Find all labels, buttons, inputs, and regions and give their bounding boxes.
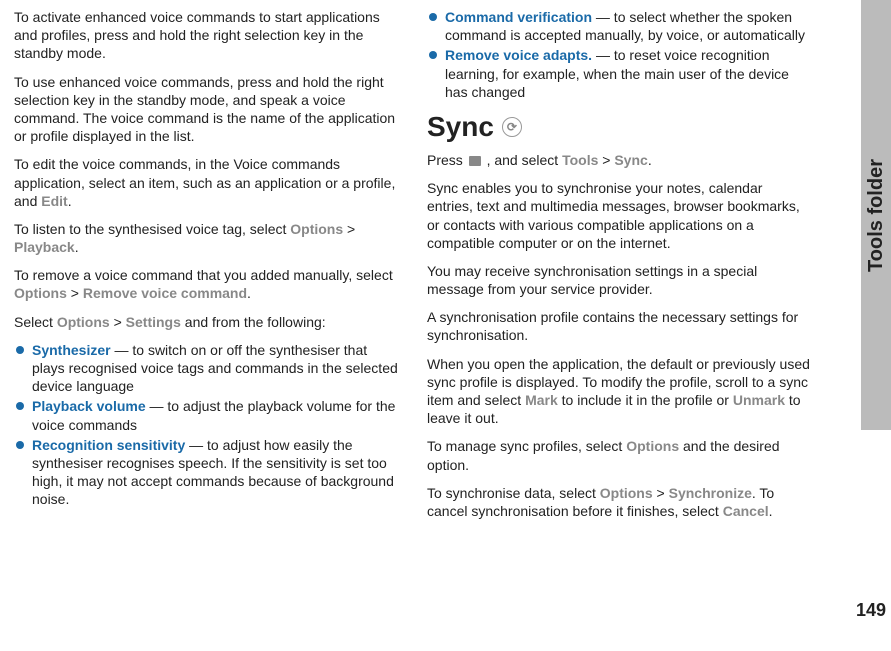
text: To remove a voice command that you added… xyxy=(14,267,393,283)
text: To manage sync profiles, select xyxy=(427,438,626,454)
option-name: Remove voice adapts. xyxy=(445,47,592,63)
right-column: Command verification — to select whether… xyxy=(413,0,826,651)
option-name: Playback volume xyxy=(32,398,146,414)
para: To use enhanced voice commands, press an… xyxy=(14,73,399,146)
ui-label: Edit xyxy=(41,193,67,209)
para: To edit the voice commands, in the Voice… xyxy=(14,155,399,210)
text: To synchronise data, select xyxy=(427,485,600,501)
ui-label: Tools xyxy=(562,152,598,168)
bullet-item: Command verification — to select whether… xyxy=(427,8,812,44)
para: When you open the application, the defau… xyxy=(427,355,812,428)
bullet-item: Synthesizer — to switch on or off the sy… xyxy=(14,341,399,396)
text: . xyxy=(68,193,72,209)
menu-key-icon xyxy=(469,156,481,166)
text: > xyxy=(598,152,614,168)
option-name: Synthesizer xyxy=(32,342,111,358)
ui-label: Playback xyxy=(14,239,75,255)
ui-label: Mark xyxy=(525,392,558,408)
text: > xyxy=(110,314,126,330)
para: A synchronisation profile contains the n… xyxy=(427,308,812,344)
option-name: Recognition sensitivity xyxy=(32,437,185,453)
bullet-item: Remove voice adapts. — to reset voice re… xyxy=(427,46,812,101)
para: To listen to the synthesised voice tag, … xyxy=(14,220,399,256)
heading-text: Sync xyxy=(427,111,494,143)
section-tab-label: Tools folder xyxy=(865,159,888,272)
text: > xyxy=(653,485,669,501)
sync-heading: Sync ⟳ xyxy=(427,111,812,143)
para: Press , and select Tools > Sync. xyxy=(427,151,812,169)
bullet-dot-icon xyxy=(16,346,24,354)
ui-label: Options xyxy=(14,285,67,301)
ui-label: Cancel xyxy=(723,503,769,519)
bullet-dot-icon xyxy=(16,402,24,410)
text: > xyxy=(343,221,355,237)
ui-label: Settings xyxy=(126,314,181,330)
ui-label: Unmark xyxy=(733,392,785,408)
para: Sync enables you to synchronise your not… xyxy=(427,179,812,252)
text: to include it in the profile or xyxy=(558,392,733,408)
text: . xyxy=(75,239,79,255)
page-number: 149 xyxy=(856,600,886,621)
ui-label: Options xyxy=(57,314,110,330)
text: Press xyxy=(427,152,467,168)
ui-label: Remove voice command xyxy=(83,285,247,301)
left-column: To activate enhanced voice commands to s… xyxy=(0,0,413,651)
sync-icon: ⟳ xyxy=(502,117,522,137)
ui-label: Options xyxy=(626,438,679,454)
bullet-dot-icon xyxy=(16,441,24,449)
text: Select xyxy=(14,314,57,330)
para: To remove a voice command that you added… xyxy=(14,266,399,302)
ui-label: Options xyxy=(600,485,653,501)
ui-label: Sync xyxy=(614,152,647,168)
text: . xyxy=(247,285,251,301)
section-tab: Tools folder xyxy=(861,0,891,430)
para: To activate enhanced voice commands to s… xyxy=(14,8,399,63)
bullet-item: Playback volume — to adjust the playback… xyxy=(14,397,399,433)
option-name: Command verification xyxy=(445,9,592,25)
text: . xyxy=(769,503,773,519)
bullet-dot-icon xyxy=(429,13,437,21)
para: To synchronise data, select Options > Sy… xyxy=(427,484,812,520)
ui-label: Options xyxy=(290,221,343,237)
text: > xyxy=(67,285,83,301)
bullet-dot-icon xyxy=(429,51,437,59)
text: and from the following: xyxy=(181,314,326,330)
text: . xyxy=(648,152,652,168)
para: Select Options > Settings and from the f… xyxy=(14,313,399,331)
text: To listen to the synthesised voice tag, … xyxy=(14,221,290,237)
para: You may receive synchronisation settings… xyxy=(427,262,812,298)
bullet-item: Recognition sensitivity — to adjust how … xyxy=(14,436,399,509)
text: , and select xyxy=(483,152,562,168)
ui-label: Synchronize xyxy=(669,485,752,501)
para: To manage sync profiles, select Options … xyxy=(427,437,812,473)
